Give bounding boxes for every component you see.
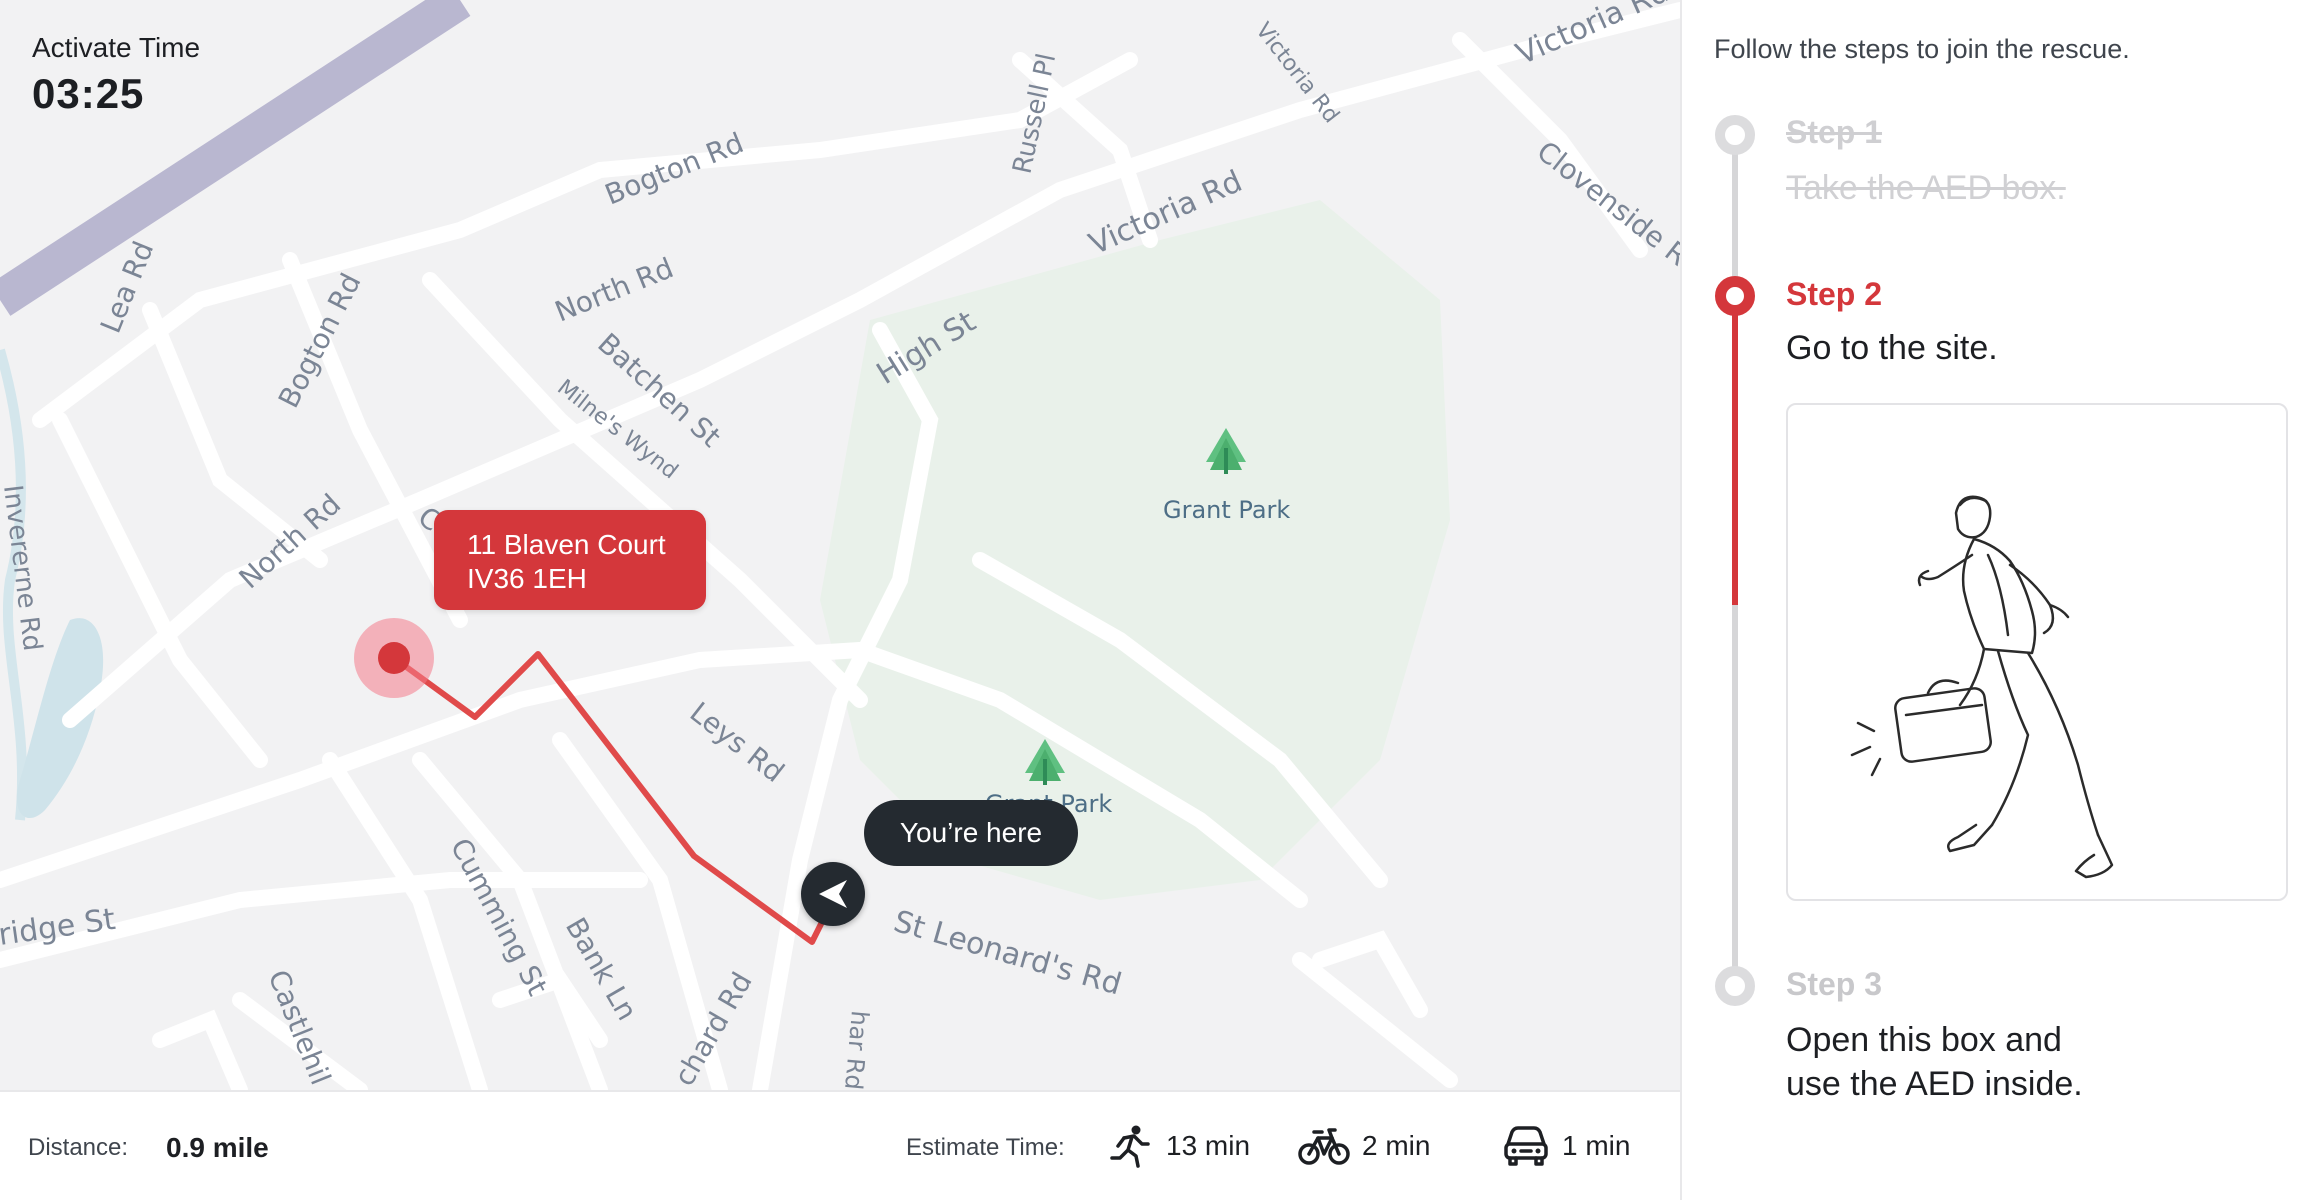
distance-value: 0.9 mile bbox=[166, 1132, 269, 1163]
walking-mode[interactable]: 13 min bbox=[1106, 1118, 1250, 1174]
road-label: Bogton Rd bbox=[272, 268, 368, 413]
running-person-with-aed-box-illustration bbox=[1850, 495, 2114, 879]
destination-pin[interactable] bbox=[354, 618, 434, 698]
estimate-time-label: Estimate Time: bbox=[906, 1134, 1065, 1161]
step-2-illustration bbox=[1786, 403, 2288, 901]
step-2-description: Go to the site. bbox=[1786, 329, 1998, 367]
activate-time: Activate Time 03:25 bbox=[32, 32, 200, 118]
car-icon bbox=[1504, 1126, 1548, 1166]
step-2-title: Step 2 bbox=[1786, 276, 1883, 312]
step-3-description-line-2: use the AED inside. bbox=[1786, 1065, 2083, 1103]
step-3-title: Step 3 bbox=[1786, 966, 1883, 1002]
address-line-2: IV36 1EH bbox=[467, 563, 587, 594]
park-area bbox=[820, 200, 1450, 900]
car-time: 1 min bbox=[1562, 1130, 1631, 1161]
bicycle-icon bbox=[1298, 1128, 1350, 1165]
distance-label: Distance: bbox=[28, 1134, 129, 1161]
navigation-arrow-icon bbox=[819, 880, 847, 908]
you-are-here-callout: You’re here bbox=[864, 800, 1078, 866]
step-1-indicator bbox=[1715, 115, 1755, 155]
road-label: Leys Rd bbox=[684, 696, 791, 789]
map-canvas[interactable]: Bogton Rd Lea Rd Bogton Rd North Rd Batc… bbox=[0, 0, 1680, 1090]
step-1-description: Take the AED box. bbox=[1786, 169, 2066, 207]
rescue-steps-panel: Follow the steps to join the rescue. Ste… bbox=[1680, 0, 2312, 1200]
bicycle-time: 2 min bbox=[1362, 1130, 1431, 1161]
step-3-description: Open this box and use the AED inside. bbox=[1786, 1018, 2083, 1106]
park-label: Grant Park bbox=[1163, 496, 1291, 524]
step-3-indicator bbox=[1715, 966, 1755, 1006]
current-location-marker[interactable] bbox=[801, 862, 865, 926]
car-mode[interactable]: 1 min bbox=[1502, 1118, 1630, 1174]
route-summary-bar: Distance: 0.9 mile Estimate Time: 13 min… bbox=[0, 1090, 1680, 1200]
activate-time-value: 03:25 bbox=[32, 70, 145, 117]
steps-progress-active bbox=[1732, 290, 1738, 605]
road-label: Clovenside R bbox=[1531, 135, 1680, 273]
activate-time-label: Activate Time bbox=[32, 32, 201, 63]
address-line-1: 11 Blaven Court bbox=[467, 529, 666, 560]
road-label: North Rd bbox=[550, 251, 678, 328]
steps-intro: Follow the steps to join the rescue. bbox=[1714, 34, 2130, 64]
walking-time: 13 min bbox=[1166, 1130, 1251, 1161]
destination-address-callout[interactable]: 11 Blaven Court IV36 1EH bbox=[434, 510, 706, 610]
road-label: Victoria Rd bbox=[1511, 0, 1674, 72]
road-label: har Rd bbox=[839, 1009, 874, 1090]
destination-pin-core bbox=[378, 642, 410, 674]
walking-icon bbox=[1110, 1125, 1150, 1168]
step-1-title: Step 1 bbox=[1786, 114, 1883, 150]
step-3-description-line-1: Open this box and bbox=[1786, 1021, 2062, 1059]
map-view[interactable]: Bogton Rd Lea Rd Bogton Rd North Rd Batc… bbox=[0, 0, 1680, 1090]
step-2-indicator bbox=[1715, 276, 1755, 316]
road-label: St Leonard's Rd bbox=[890, 904, 1125, 1002]
bicycle-mode[interactable]: 2 min bbox=[1298, 1118, 1430, 1174]
